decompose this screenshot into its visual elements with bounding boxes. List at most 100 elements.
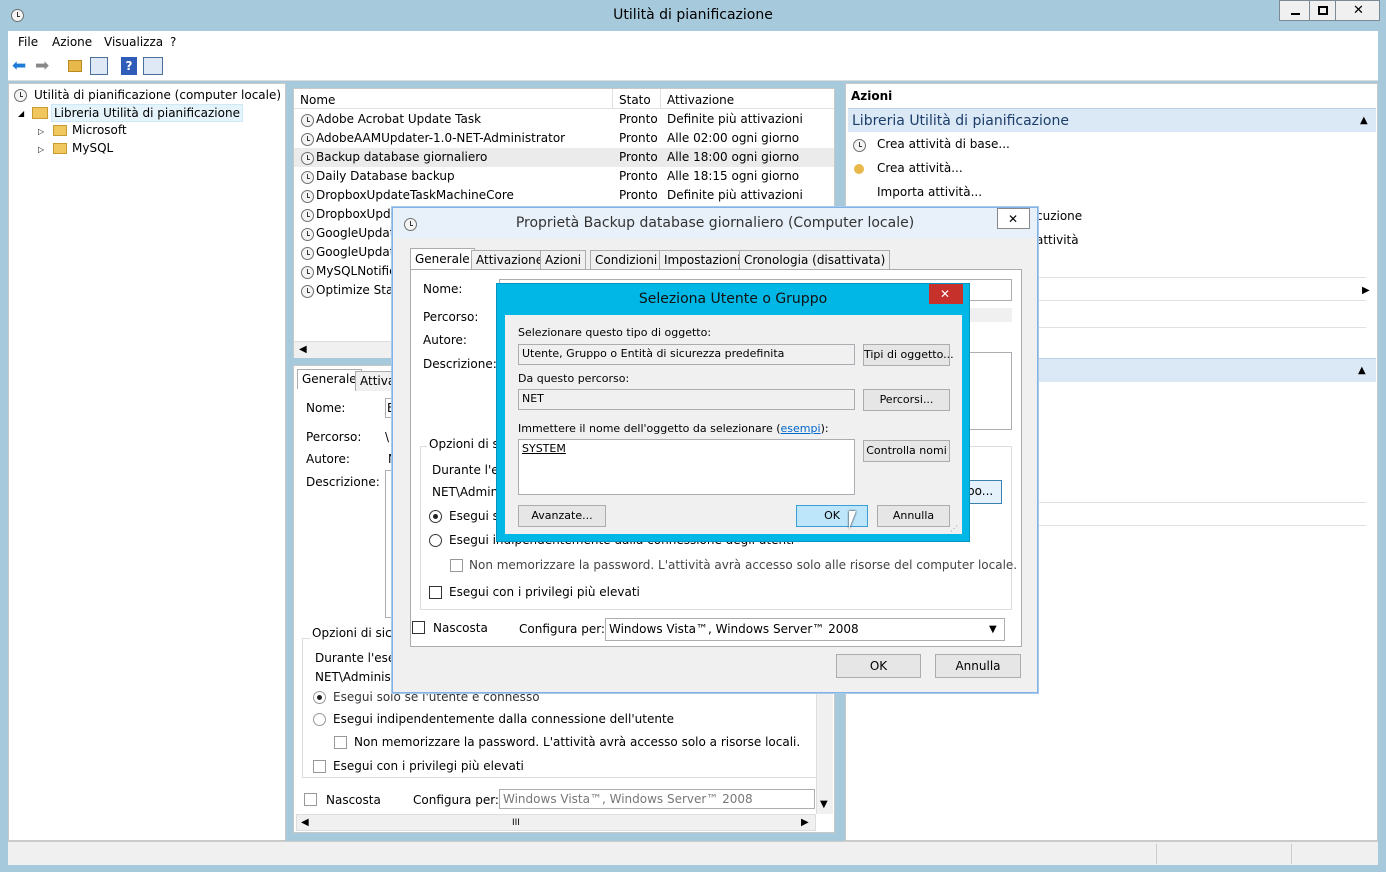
action-create-basic[interactable]: Crea attività di base... bbox=[877, 136, 1010, 152]
select-close-button[interactable]: ✕ bbox=[929, 284, 963, 304]
lower-hscrollbar[interactable]: ◀ III ▶ bbox=[296, 814, 816, 831]
menu-azione[interactable]: Azione bbox=[52, 34, 92, 50]
tree-library[interactable]: Libreria Utilità di pianificazione bbox=[51, 104, 243, 122]
examples-link[interactable]: esempi bbox=[781, 422, 821, 435]
title-bar: Utilità di pianificazione ✕ bbox=[0, 0, 1386, 31]
lower-tab-generale[interactable]: Generale bbox=[297, 369, 362, 389]
lower-hidden-checkbox[interactable] bbox=[304, 793, 317, 806]
lower-radio-only-logged[interactable] bbox=[313, 691, 326, 704]
tree-mysql[interactable]: MySQL bbox=[72, 140, 113, 156]
props-tab-condizioni[interactable]: Condizioni bbox=[590, 250, 663, 270]
hscroll-left-icon[interactable]: ◀ bbox=[301, 815, 309, 831]
collapse-section-2-icon[interactable]: ▲ bbox=[1358, 363, 1366, 379]
task-icon bbox=[301, 209, 314, 222]
props-hidden-checkbox[interactable] bbox=[412, 621, 425, 634]
props-tab-azioni[interactable]: Azioni bbox=[540, 250, 587, 270]
back-arrow-icon[interactable]: ⬅ bbox=[12, 58, 26, 75]
col-trigger[interactable]: Attivazione bbox=[667, 92, 734, 108]
maximize-button[interactable] bbox=[1309, 0, 1336, 21]
table-row[interactable]: Backup database giornaliero Pronto Alle 18… bbox=[294, 148, 834, 167]
object-types-button[interactable]: Tipi di oggetto... bbox=[863, 344, 954, 366]
col-name[interactable]: Nome bbox=[300, 92, 335, 108]
table-row[interactable]: Adobe Acrobat Update Task Pronto Definite … bbox=[294, 110, 834, 129]
props-configure-dropdown-icon[interactable]: ▼ bbox=[989, 622, 997, 638]
select-type-field: Utente, Gruppo o Entità di sicurezza pre… bbox=[518, 344, 855, 365]
expand-mysql-icon[interactable]: ▷ bbox=[38, 142, 44, 158]
table-row[interactable]: DropboxUpdateTaskMachineCore Pronto Defini… bbox=[294, 186, 834, 205]
action-partial-1[interactable]: cuzione bbox=[1036, 208, 1082, 224]
props-radio-always[interactable] bbox=[429, 534, 442, 547]
object-names-textarea[interactable]: SYSTEM bbox=[518, 439, 855, 495]
expand-library-icon[interactable]: ◢ bbox=[18, 106, 24, 122]
col-state[interactable]: Stato bbox=[619, 92, 651, 108]
lower-configure-select[interactable]: Windows Vista™, Windows Server™ 2008 bbox=[499, 789, 815, 809]
lower-nopwd-checkbox[interactable] bbox=[334, 736, 347, 749]
up-folder-icon[interactable] bbox=[68, 60, 82, 72]
lower-radio-always[interactable] bbox=[313, 713, 326, 726]
lower-vscrollbar[interactable]: ▼ bbox=[816, 688, 833, 814]
check-names-button[interactable]: Controlla nomi bbox=[863, 440, 950, 462]
scroll-left-icon[interactable]: ◀ bbox=[299, 342, 307, 358]
forward-arrow-icon[interactable]: ➡ bbox=[35, 58, 49, 75]
props-tab-attivazione[interactable]: Attivazione bbox=[471, 250, 549, 270]
table-row[interactable]: AdobeAAMUpdater-1.0-NET-Administrator Pro… bbox=[294, 129, 834, 148]
hscroll-grip[interactable]: III bbox=[512, 815, 520, 831]
collapse-section-icon[interactable]: ▲ bbox=[1360, 113, 1368, 129]
task-list-header: Nome Stato Attivazione bbox=[294, 89, 834, 109]
menu-bar: File Azione Visualizza ? bbox=[8, 31, 1378, 53]
props-nopwd-checkbox[interactable] bbox=[450, 559, 463, 572]
lower-highest-checkbox[interactable] bbox=[313, 760, 326, 773]
task-name: MySQLNotifier bbox=[316, 264, 402, 278]
select-location-field: NET bbox=[518, 389, 855, 410]
close-button[interactable]: ✕ bbox=[1335, 0, 1380, 21]
scroll-down-icon[interactable]: ▼ bbox=[820, 797, 828, 813]
props-cancel-button[interactable]: Annulla bbox=[935, 654, 1021, 678]
status-bar bbox=[8, 841, 1378, 865]
select-type-label: Selezionare questo tipo di oggetto: bbox=[518, 326, 712, 339]
actions-section-header-2[interactable]: ▲ bbox=[1036, 358, 1376, 382]
minimize-button[interactable] bbox=[1279, 0, 1310, 21]
props-tab-cronologia[interactable]: Cronologia (disattivata) bbox=[739, 250, 891, 270]
lower-radio-always-label: Esegui indipendentemente dalla connessio… bbox=[333, 712, 675, 726]
submenu-arrow-icon[interactable]: ▶ bbox=[1362, 283, 1370, 299]
action-create-task[interactable]: Crea attività... bbox=[877, 160, 963, 176]
props-nome-label: Nome: bbox=[423, 282, 463, 296]
action-partial-2[interactable]: attività bbox=[1036, 232, 1079, 248]
actions-header: Azioni bbox=[851, 89, 893, 103]
menu-help[interactable]: ? bbox=[170, 34, 176, 50]
tree-microsoft[interactable]: Microsoft bbox=[72, 122, 127, 138]
help-icon[interactable]: ? bbox=[121, 57, 137, 75]
props-radio-only-logged[interactable] bbox=[429, 510, 442, 523]
select-cancel-button[interactable]: Annulla bbox=[877, 505, 950, 527]
props-tab-impostazioni[interactable]: Impostazioni bbox=[659, 250, 746, 270]
hscroll-right-icon[interactable]: ▶ bbox=[801, 815, 809, 831]
action-import-task[interactable]: Importa attività... bbox=[877, 184, 982, 200]
properties-close-icon: ✕ bbox=[1008, 212, 1019, 226]
props-highest-checkbox[interactable] bbox=[429, 586, 442, 599]
task-name: GoogleUpdate bbox=[316, 245, 402, 259]
properties-close-button[interactable]: ✕ bbox=[997, 208, 1030, 229]
lower-highest-label: Esegui con i privilegi più elevati bbox=[333, 759, 524, 773]
props-configure-select[interactable]: Windows Vista™, Windows Server™ 2008 bbox=[605, 618, 1005, 641]
show-hide-tree-icon[interactable] bbox=[90, 57, 108, 75]
table-row[interactable]: Daily Database backup Pronto Alle 18:15 og… bbox=[294, 167, 834, 186]
task-trigger: Alle 18:15 ogni giorno bbox=[667, 169, 800, 183]
actions-section-header[interactable]: Libreria Utilità di pianificazione ▲ bbox=[848, 108, 1376, 132]
task-state: Pronto bbox=[619, 150, 658, 164]
resize-grip-icon[interactable]: ⋰ bbox=[950, 521, 958, 537]
props-ok-button[interactable]: OK bbox=[836, 654, 921, 678]
props-nopwd-label: Non memorizzare la password. L'attività … bbox=[469, 558, 1018, 572]
advanced-button[interactable]: Avanzate... bbox=[518, 505, 606, 527]
task-name: DropboxUpdat bbox=[316, 207, 403, 221]
expand-microsoft-icon[interactable]: ▷ bbox=[38, 124, 44, 140]
show-hide-actions-icon[interactable] bbox=[143, 57, 163, 75]
actions-separator-2 bbox=[1036, 300, 1366, 301]
microsoft-folder-icon bbox=[53, 125, 67, 136]
menu-file[interactable]: File bbox=[18, 34, 38, 50]
lower-nome-label: Nome: bbox=[306, 401, 346, 415]
locations-button[interactable]: Percorsi... bbox=[863, 389, 950, 411]
props-tab-generale[interactable]: Generale bbox=[410, 248, 475, 270]
select-names-label: Immettere il nome dell'oggetto da selezi… bbox=[518, 422, 829, 435]
menu-visualizza[interactable]: Visualizza bbox=[104, 34, 163, 50]
tree-root[interactable]: Utilità di pianificazione (computer loca… bbox=[34, 87, 281, 103]
